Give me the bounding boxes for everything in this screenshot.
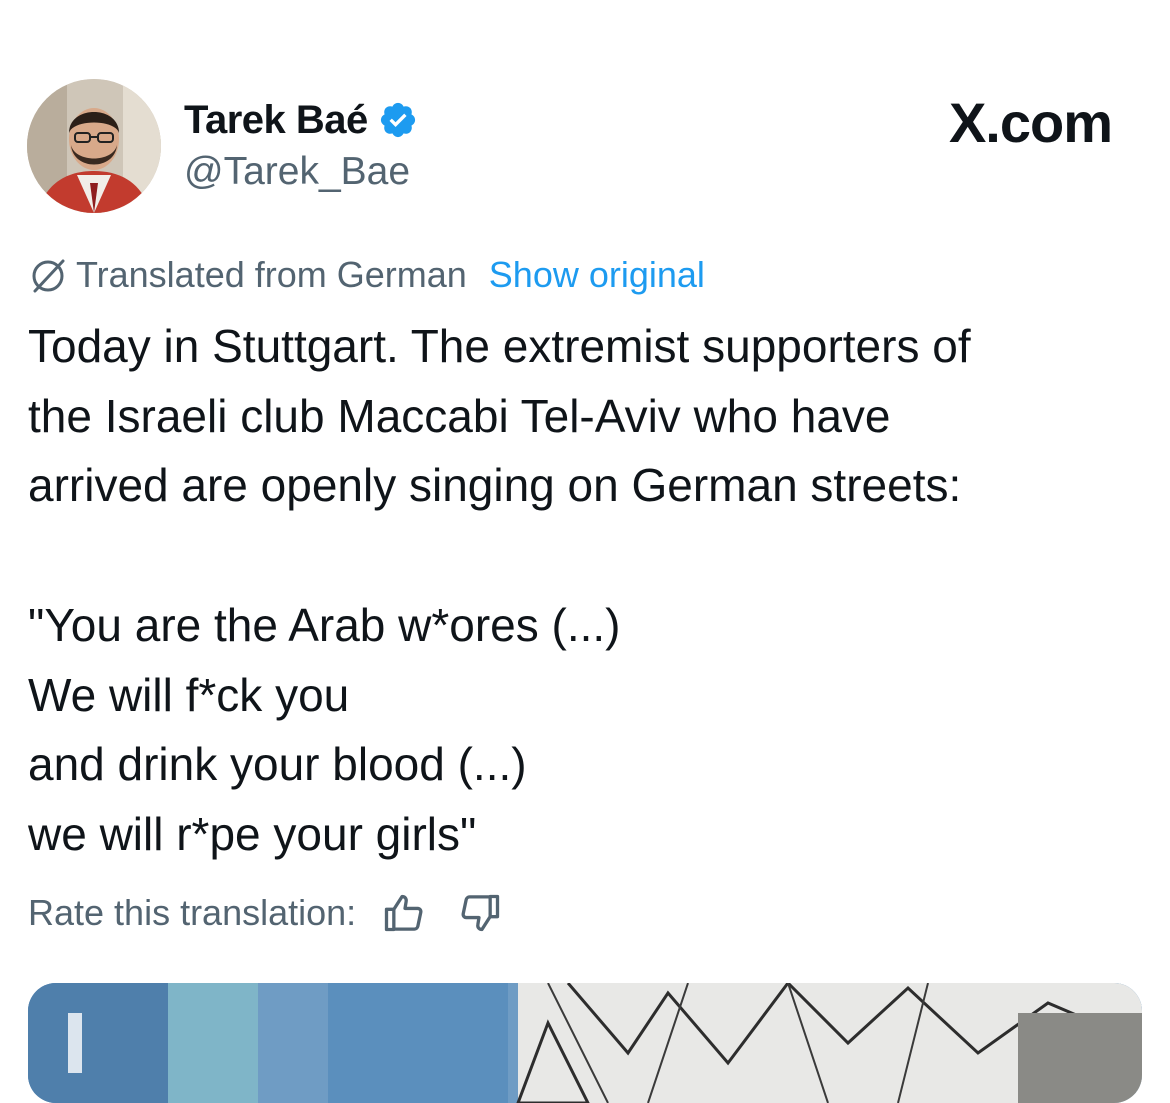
avatar-image xyxy=(27,79,161,213)
rate-translation-label: Rate this translation: xyxy=(28,892,357,933)
tweet-text-line: We will f*ck you xyxy=(28,668,350,721)
tweet-text-line: arrived are openly singing on German str… xyxy=(28,459,962,512)
translated-from-label: Translated from German xyxy=(76,254,467,295)
translation-bar: Translated from German Show original xyxy=(28,252,705,298)
show-original-link[interactable]: Show original xyxy=(489,254,705,296)
tweet-media[interactable] xyxy=(28,983,1142,1103)
tweet-text-line: the Israeli club Maccabi Tel-Aviv who ha… xyxy=(28,389,891,442)
tweet-text: Today in Stuttgart. The extremist suppor… xyxy=(28,312,1138,870)
thumbs-down-icon xyxy=(461,894,500,932)
author-name-row[interactable]: Tarek Baé xyxy=(184,96,418,144)
tweet-card: Tarek Baé @Tarek_Bae X.com Translated fr… xyxy=(0,0,1170,1103)
rate-translation-row: Rate this translation: xyxy=(28,890,504,936)
thumbs-down-button[interactable] xyxy=(458,890,504,936)
tweet-text-line: we will r*pe your girls" xyxy=(28,807,477,860)
media-image xyxy=(28,983,1142,1103)
author-name[interactable]: Tarek Baé xyxy=(184,98,368,143)
site-logo: X.com xyxy=(948,91,1113,154)
verified-badge-icon xyxy=(378,100,418,140)
thumbs-up-icon xyxy=(385,894,423,932)
tweet-text-line: "You are the Arab w*ores (...) xyxy=(28,598,621,651)
thumbs-up-button[interactable] xyxy=(380,890,426,936)
translate-globe-icon xyxy=(28,255,68,295)
avatar[interactable] xyxy=(27,79,161,213)
tweet-text-line: and drink your blood (...) xyxy=(28,738,527,791)
tweet-text-line: Today in Stuttgart. The extremist suppor… xyxy=(28,320,971,372)
author-handle[interactable]: @Tarek_Bae xyxy=(184,150,410,194)
